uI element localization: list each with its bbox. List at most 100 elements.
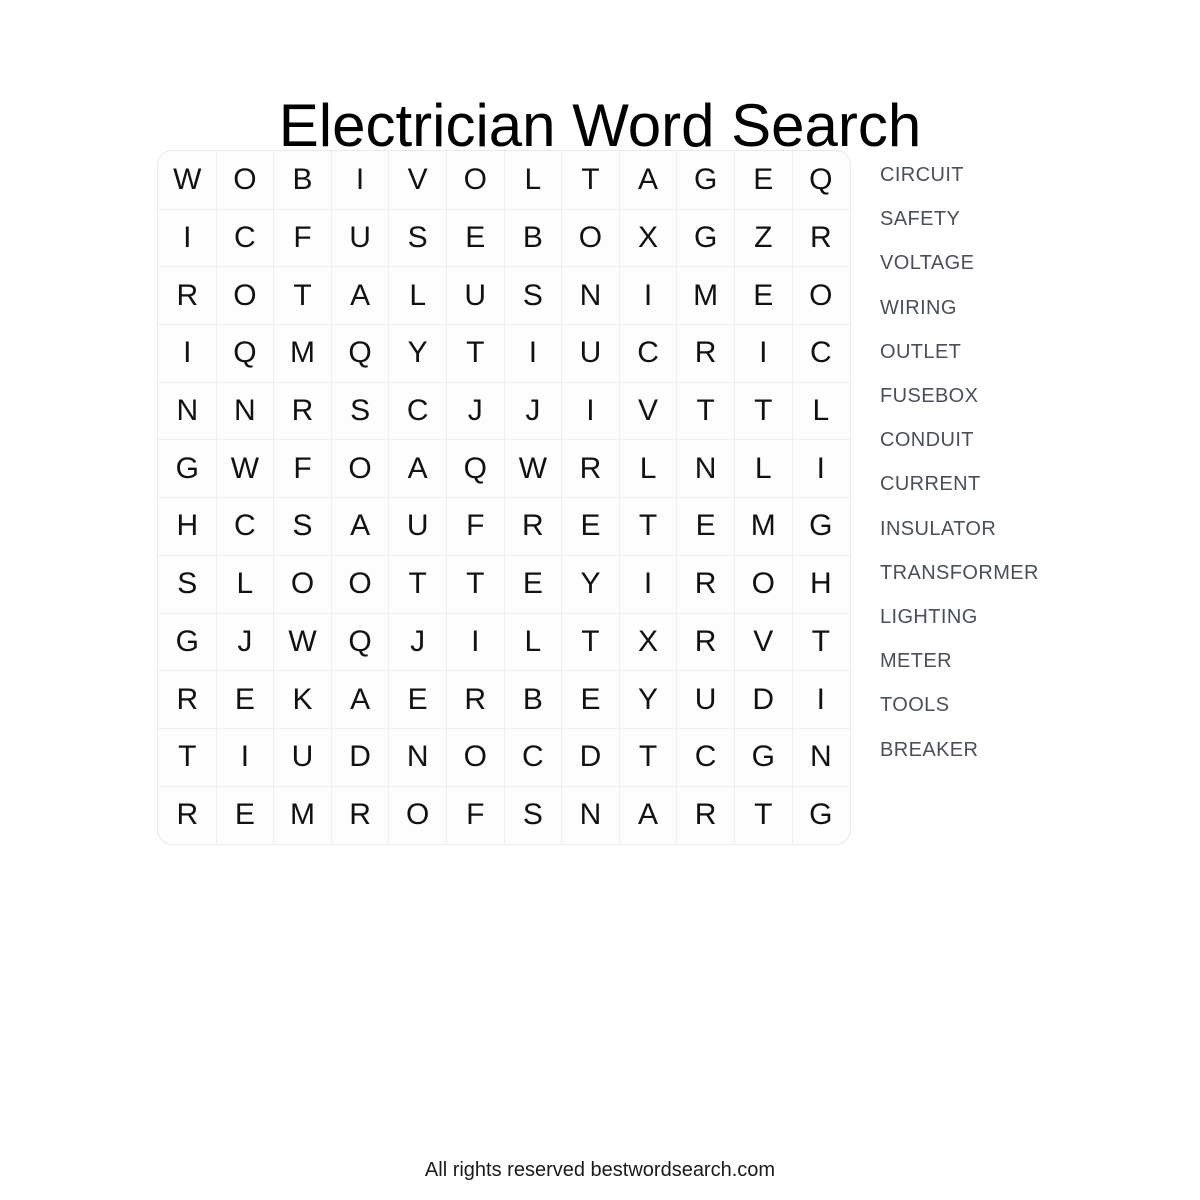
grid-cell[interactable]: T — [158, 727, 217, 787]
grid-cell[interactable]: Y — [388, 324, 447, 383]
grid-cell[interactable]: R — [791, 208, 850, 268]
grid-cell[interactable]: D — [561, 727, 620, 787]
grid-cell[interactable]: E — [561, 497, 620, 556]
word-list-item[interactable]: TRANSFORMER — [880, 551, 1039, 595]
grid-cell[interactable]: E — [561, 670, 620, 729]
word-list-item[interactable]: BREAKER — [880, 728, 1039, 772]
grid-cell[interactable]: R — [158, 670, 217, 729]
grid-cell[interactable]: I — [330, 151, 390, 210]
word-list-item[interactable]: WIRING — [880, 286, 1039, 330]
grid-cell[interactable]: J — [445, 381, 505, 441]
grid-cell[interactable]: M — [733, 497, 793, 556]
grid-cell[interactable]: S — [503, 266, 563, 326]
word-list-item[interactable]: CONDUIT — [880, 418, 1039, 462]
grid-cell[interactable]: T — [388, 554, 447, 614]
grid-cell[interactable]: C — [503, 727, 563, 787]
grid-cell[interactable]: B — [273, 151, 332, 210]
grid-cell[interactable]: O — [388, 785, 447, 844]
grid-cell[interactable]: K — [273, 670, 332, 729]
grid-cell[interactable]: E — [676, 497, 735, 556]
grid-cell[interactable]: A — [330, 266, 390, 326]
grid-cell[interactable]: N — [388, 727, 447, 787]
grid-cell[interactable]: X — [618, 612, 678, 672]
grid-cell[interactable]: G — [158, 439, 217, 499]
grid-cell[interactable]: L — [388, 266, 447, 326]
grid-cell[interactable]: M — [273, 785, 332, 844]
grid-cell[interactable]: R — [273, 381, 332, 441]
grid-cell[interactable]: W — [158, 151, 217, 210]
grid-cell[interactable]: O — [215, 151, 275, 210]
grid-cell[interactable]: L — [215, 554, 275, 614]
word-list-item[interactable]: SAFETY — [880, 197, 1039, 241]
grid-cell[interactable]: I — [618, 554, 678, 614]
word-list-item[interactable]: INSULATOR — [880, 507, 1039, 551]
grid-cell[interactable]: V — [733, 612, 793, 672]
grid-cell[interactable]: E — [215, 670, 275, 729]
grid-cell[interactable]: L — [503, 612, 563, 672]
grid-cell[interactable]: O — [330, 554, 390, 614]
grid-cell[interactable]: G — [791, 497, 850, 556]
grid-cell[interactable]: T — [791, 612, 850, 672]
grid-cell[interactable]: R — [676, 612, 735, 672]
grid-cell[interactable]: R — [445, 670, 505, 729]
grid-cell[interactable]: G — [158, 612, 217, 672]
grid-cell[interactable]: T — [273, 266, 332, 326]
grid-cell[interactable]: B — [503, 670, 563, 729]
grid-cell[interactable]: E — [388, 670, 447, 729]
grid-cell[interactable]: O — [215, 266, 275, 326]
grid-cell[interactable]: R — [503, 497, 563, 556]
grid-cell[interactable]: R — [158, 785, 217, 844]
grid-cell[interactable]: Q — [330, 324, 390, 383]
grid-cell[interactable]: R — [676, 554, 735, 614]
grid-cell[interactable]: A — [330, 670, 390, 729]
grid-cell[interactable]: S — [503, 785, 563, 844]
grid-cell[interactable]: W — [215, 439, 275, 499]
grid-cell[interactable]: I — [561, 381, 620, 441]
grid-cell[interactable]: H — [791, 554, 850, 614]
grid-cell[interactable]: T — [618, 497, 678, 556]
grid-cell[interactable]: M — [676, 266, 735, 326]
grid-cell[interactable]: O — [791, 266, 850, 326]
word-list-item[interactable]: CURRENT — [880, 462, 1039, 506]
grid-cell[interactable]: F — [445, 497, 505, 556]
grid-cell[interactable]: T — [618, 727, 678, 787]
grid-cell[interactable]: R — [561, 439, 620, 499]
grid-cell[interactable]: B — [503, 208, 563, 268]
grid-cell[interactable]: O — [561, 208, 620, 268]
grid-cell[interactable]: Q — [791, 151, 850, 210]
grid-cell[interactable]: N — [676, 439, 735, 499]
grid-cell[interactable]: R — [330, 785, 390, 844]
grid-cell[interactable]: E — [733, 151, 793, 210]
grid-cell[interactable]: I — [158, 324, 217, 383]
grid-cell[interactable]: J — [215, 612, 275, 672]
grid-cell[interactable]: C — [791, 324, 850, 383]
grid-cell[interactable]: U — [445, 266, 505, 326]
grid-cell[interactable]: C — [215, 208, 275, 268]
grid-cell[interactable]: S — [330, 381, 390, 441]
grid-cell[interactable]: G — [791, 785, 850, 844]
grid-cell[interactable]: F — [273, 208, 332, 268]
grid-cell[interactable]: C — [388, 381, 447, 441]
grid-cell[interactable]: O — [733, 554, 793, 614]
grid-cell[interactable]: U — [388, 497, 447, 556]
grid-cell[interactable]: Z — [733, 208, 793, 268]
grid-cell[interactable]: C — [215, 497, 275, 556]
grid-cell[interactable]: F — [273, 439, 332, 499]
grid-cell[interactable]: T — [733, 785, 793, 844]
grid-cell[interactable]: R — [676, 324, 735, 383]
grid-cell[interactable]: E — [503, 554, 563, 614]
grid-cell[interactable]: S — [388, 208, 447, 268]
grid-cell[interactable]: V — [388, 151, 447, 210]
grid-cell[interactable]: I — [503, 324, 563, 383]
grid-cell[interactable]: D — [733, 670, 793, 729]
grid-cell[interactable]: Y — [561, 554, 620, 614]
grid-cell[interactable]: O — [445, 727, 505, 787]
grid-cell[interactable]: L — [618, 439, 678, 499]
grid-cell[interactable]: Q — [330, 612, 390, 672]
grid-cell[interactable]: Q — [445, 439, 505, 499]
grid-cell[interactable]: A — [618, 785, 678, 844]
grid-cell[interactable]: Q — [215, 324, 275, 383]
grid-cell[interactable]: O — [273, 554, 332, 614]
grid-cell[interactable]: N — [215, 381, 275, 441]
grid-cell[interactable]: F — [445, 785, 505, 844]
